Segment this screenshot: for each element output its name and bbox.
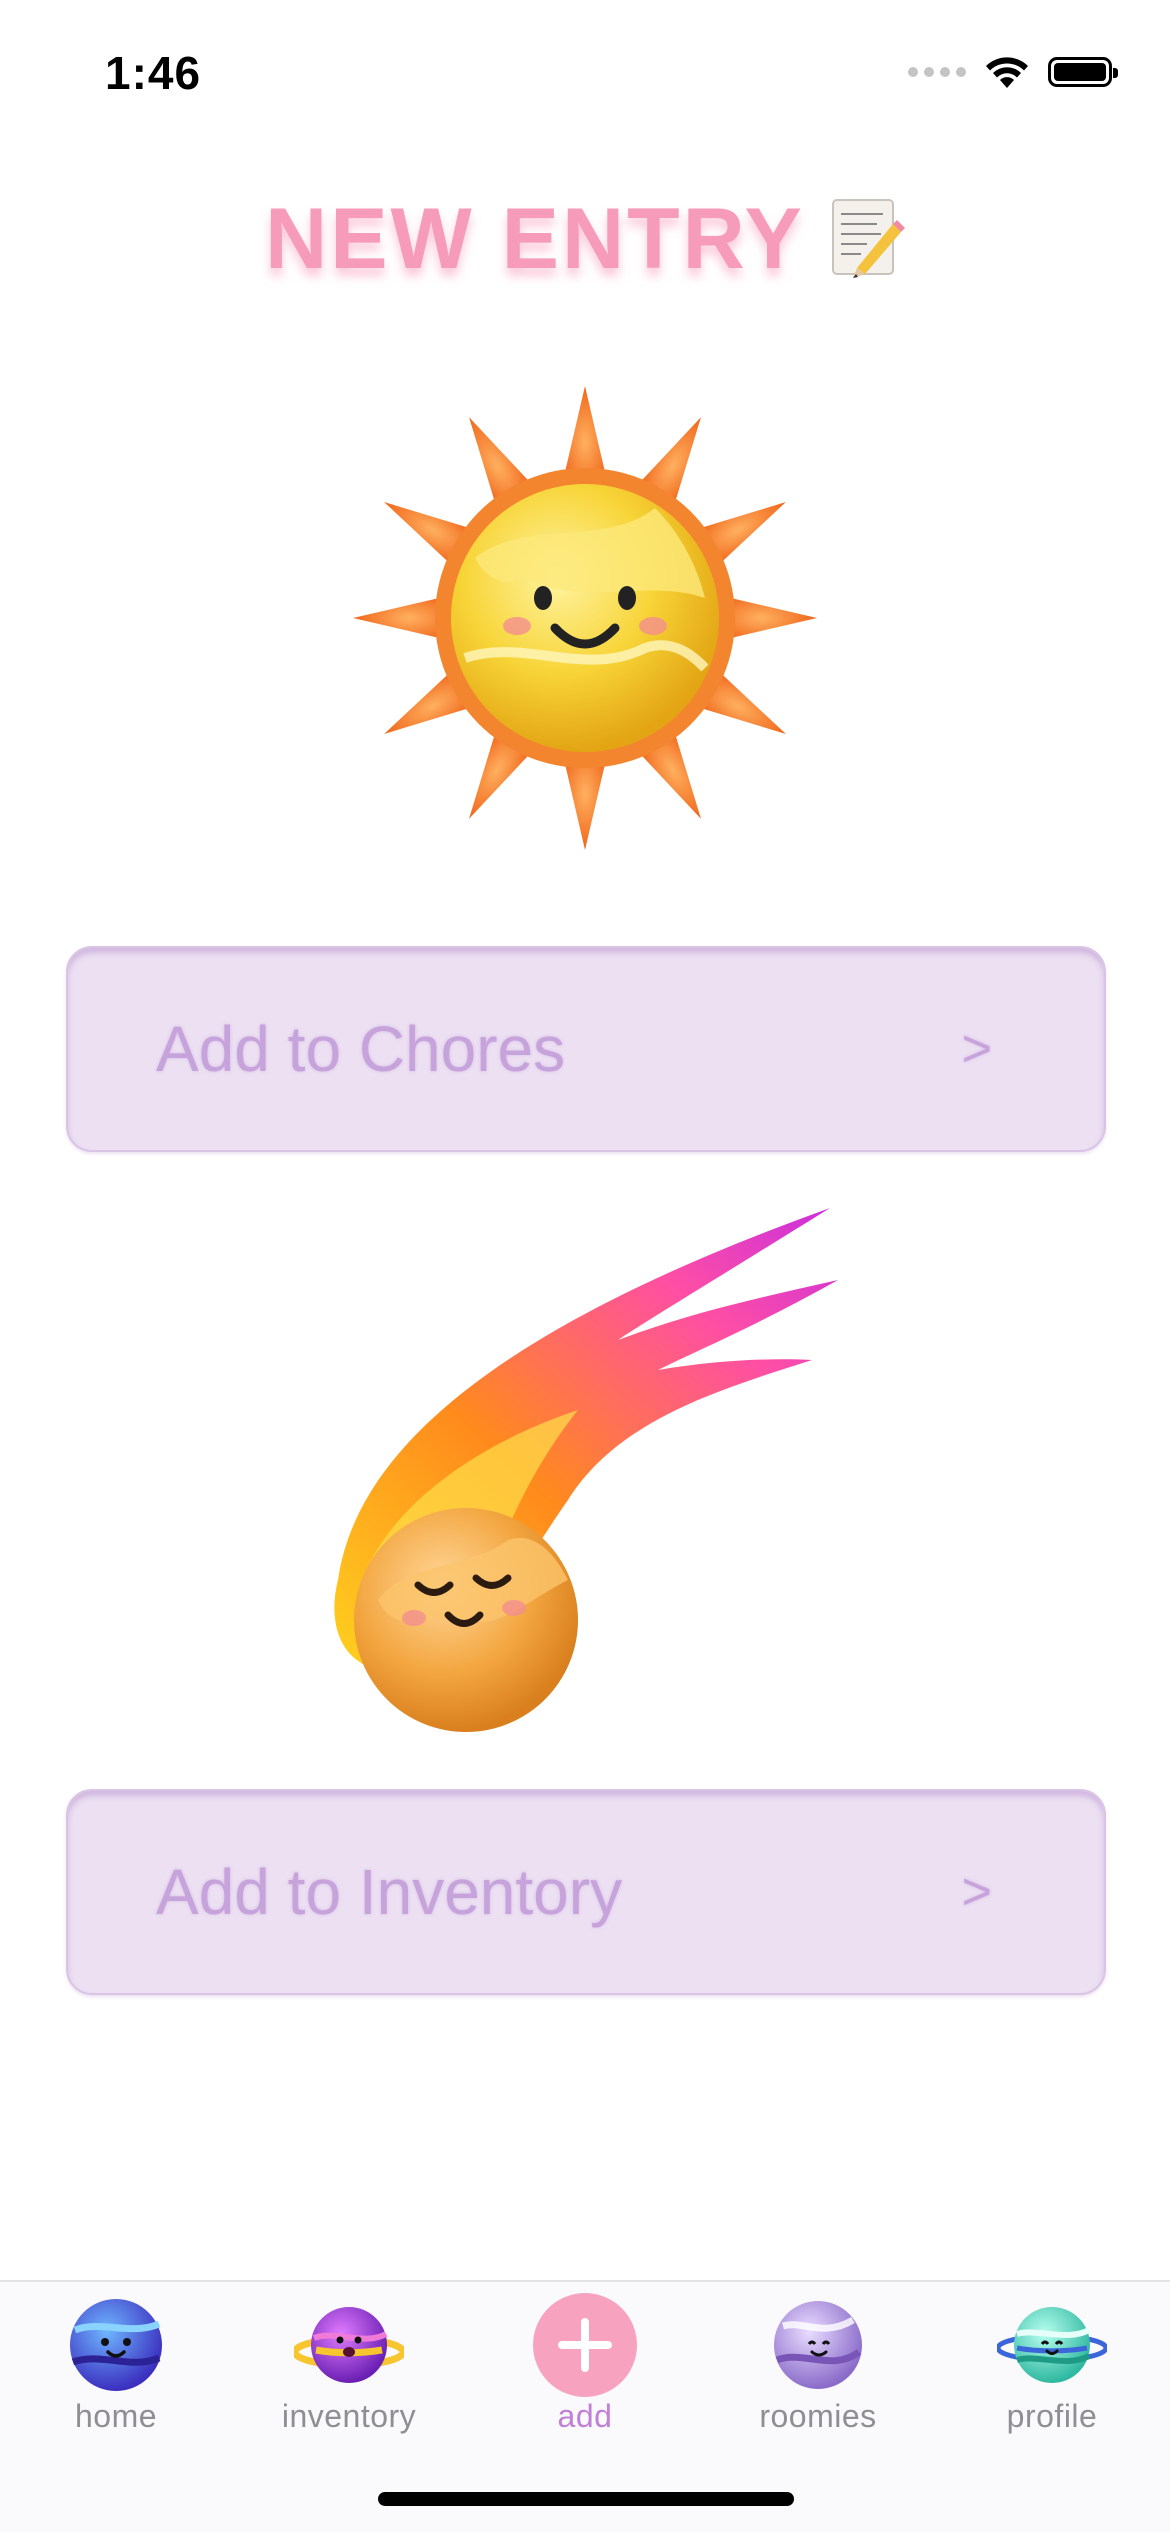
tab-profile-label: profile xyxy=(1006,2398,1098,2434)
tab-home-label: home xyxy=(74,2398,158,2434)
lavender-planet-icon xyxy=(774,2301,862,2389)
teal-ringed-planet-icon xyxy=(997,2307,1107,2383)
blue-planet-icon xyxy=(70,2299,162,2391)
tab-add-label: add xyxy=(557,2398,613,2434)
new-entry-screen: 1:46 NEW ENTRY Add to Chores > Add to In… xyxy=(0,0,1170,2532)
tab-profile[interactable]: profile xyxy=(962,2290,1142,2434)
tab-roomies[interactable]: roomies xyxy=(728,2290,908,2434)
chevron-right-icon: > xyxy=(961,1020,992,1078)
add-to-chores-label: Add to Chores xyxy=(156,1013,566,1085)
cellular-dots-icon xyxy=(908,67,966,77)
page-title-text: NEW ENTRY xyxy=(265,191,805,287)
tab-home[interactable]: home xyxy=(26,2290,206,2434)
tab-roomies-label: roomies xyxy=(759,2398,877,2434)
memo-pencil-icon xyxy=(831,199,905,279)
wifi-icon xyxy=(986,57,1028,88)
status-time: 1:46 xyxy=(105,47,202,99)
tab-add[interactable]: add xyxy=(495,2290,675,2434)
plus-circle-icon xyxy=(533,2293,637,2397)
status-icons xyxy=(908,50,1118,94)
status-bar: 1:46 xyxy=(0,0,1170,140)
add-to-chores-button[interactable]: Add to Chores > xyxy=(66,946,1106,1152)
chevron-right-icon: > xyxy=(961,1863,992,1921)
add-to-inventory-button[interactable]: Add to Inventory > xyxy=(66,1789,1106,1995)
home-indicator xyxy=(378,2492,794,2506)
smiling-sun-icon xyxy=(345,378,825,858)
page-title: NEW ENTRY xyxy=(0,190,1170,289)
ringed-purple-planet-icon xyxy=(294,2307,404,2383)
tab-inventory-label: inventory xyxy=(281,2398,417,2434)
battery-icon xyxy=(1048,57,1118,87)
add-to-inventory-label: Add to Inventory xyxy=(156,1856,623,1928)
tab-inventory[interactable]: inventory xyxy=(259,2290,439,2434)
smiling-meteor-icon xyxy=(318,1200,858,1740)
